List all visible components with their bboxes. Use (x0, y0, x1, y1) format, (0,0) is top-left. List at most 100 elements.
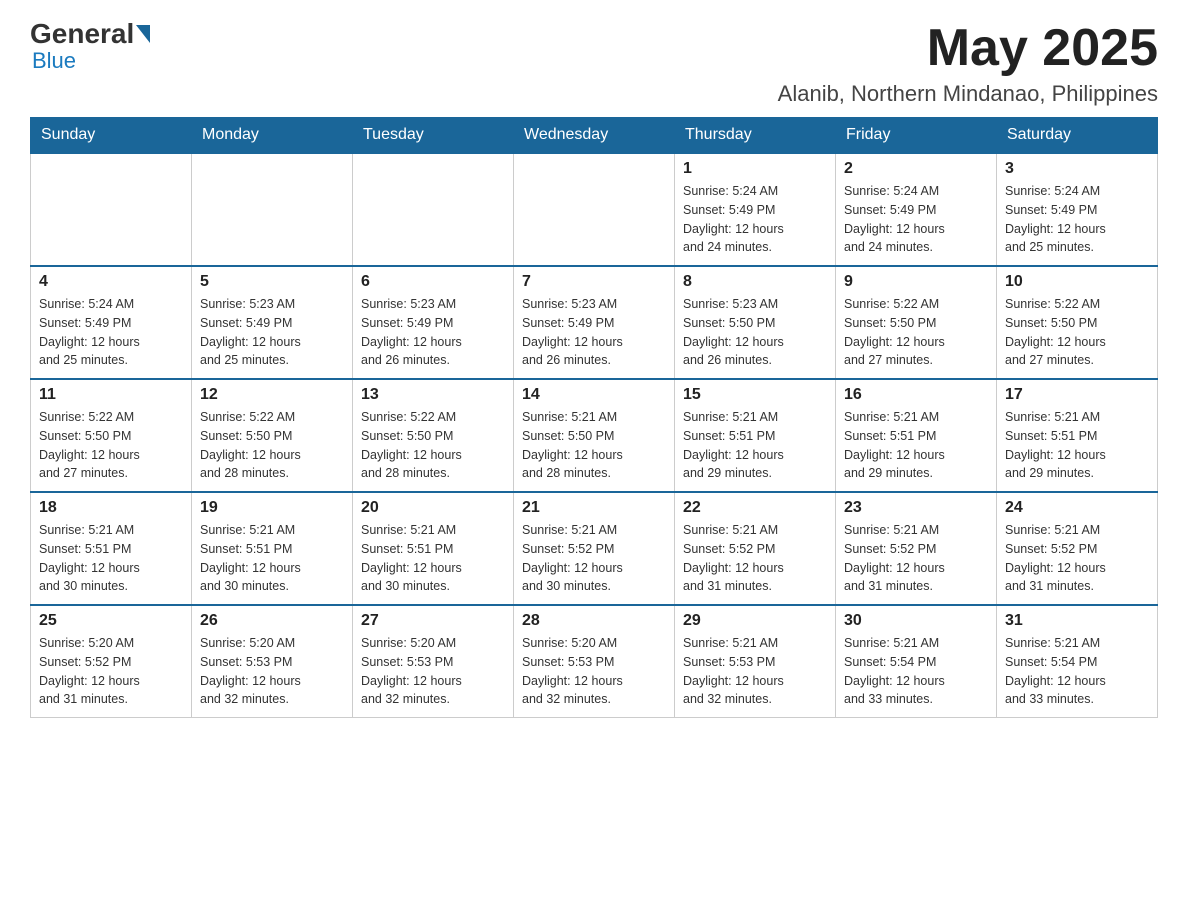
day-info: Sunrise: 5:24 AM Sunset: 5:49 PM Dayligh… (844, 182, 988, 257)
day-number: 13 (361, 386, 505, 404)
calendar-week-row: 4Sunrise: 5:24 AM Sunset: 5:49 PM Daylig… (31, 266, 1158, 379)
day-number: 31 (1005, 612, 1149, 630)
day-info: Sunrise: 5:21 AM Sunset: 5:52 PM Dayligh… (522, 521, 666, 596)
calendar-cell: 10Sunrise: 5:22 AM Sunset: 5:50 PM Dayli… (997, 266, 1158, 379)
day-number: 17 (1005, 386, 1149, 404)
day-number: 18 (39, 499, 183, 517)
day-info: Sunrise: 5:22 AM Sunset: 5:50 PM Dayligh… (39, 408, 183, 483)
day-number: 24 (1005, 499, 1149, 517)
calendar-cell: 22Sunrise: 5:21 AM Sunset: 5:52 PM Dayli… (675, 492, 836, 605)
calendar-cell: 15Sunrise: 5:21 AM Sunset: 5:51 PM Dayli… (675, 379, 836, 492)
calendar-header-row: SundayMondayTuesdayWednesdayThursdayFrid… (31, 118, 1158, 154)
month-year-title: May 2025 (778, 20, 1158, 77)
day-number: 1 (683, 160, 827, 178)
calendar-cell (192, 153, 353, 266)
day-info: Sunrise: 5:21 AM Sunset: 5:51 PM Dayligh… (844, 408, 988, 483)
day-number: 25 (39, 612, 183, 630)
calendar-header-friday: Friday (836, 118, 997, 154)
calendar-cell: 4Sunrise: 5:24 AM Sunset: 5:49 PM Daylig… (31, 266, 192, 379)
calendar-cell: 2 Sunrise: 5:24 AM Sunset: 5:49 PM Daylig… (836, 153, 997, 266)
day-info: Sunrise: 5:23 AM Sunset: 5:49 PM Dayligh… (522, 295, 666, 370)
day-info: Sunrise: 5:20 AM Sunset: 5:53 PM Dayligh… (200, 634, 344, 709)
day-number: 5 (200, 273, 344, 291)
day-info: Sunrise: 5:20 AM Sunset: 5:53 PM Dayligh… (522, 634, 666, 709)
day-info: Sunrise: 5:20 AM Sunset: 5:52 PM Dayligh… (39, 634, 183, 709)
calendar-cell: 19 Sunrise: 5:21 AM Sunset: 5:51 PM Dayli… (192, 492, 353, 605)
day-number: 7 (522, 273, 666, 291)
day-number: 16 (844, 386, 988, 404)
day-info: Sunrise: 5:21 AM Sunset: 5:50 PM Dayligh… (522, 408, 666, 483)
day-info: Sunrise: 5:21 AM Sunset: 5:52 PM Dayligh… (844, 521, 988, 596)
calendar-cell: 16 Sunrise: 5:21 AM Sunset: 5:51 PM Dayli… (836, 379, 997, 492)
calendar-cell: 23 Sunrise: 5:21 AM Sunset: 5:52 PM Dayli… (836, 492, 997, 605)
day-number: 9 (844, 273, 988, 291)
page-header: General Blue May 2025 Alanib, Northern M… (30, 20, 1158, 107)
day-info: Sunrise: 5:21 AM Sunset: 5:51 PM Dayligh… (200, 521, 344, 596)
calendar-cell (514, 153, 675, 266)
day-number: 29 (683, 612, 827, 630)
day-number: 30 (844, 612, 988, 630)
day-info: Sunrise: 5:21 AM Sunset: 5:51 PM Dayligh… (39, 521, 183, 596)
day-number: 27 (361, 612, 505, 630)
calendar-cell: 5 Sunrise: 5:23 AM Sunset: 5:49 PM Daylig… (192, 266, 353, 379)
logo[interactable]: General Blue (30, 20, 152, 74)
calendar-cell: 11 Sunrise: 5:22 AM Sunset: 5:50 PM Dayli… (31, 379, 192, 492)
calendar-cell: 12 Sunrise: 5:22 AM Sunset: 5:50 PM Dayli… (192, 379, 353, 492)
calendar-week-row: 11 Sunrise: 5:22 AM Sunset: 5:50 PM Dayli… (31, 379, 1158, 492)
day-info: Sunrise: 5:23 AM Sunset: 5:50 PM Dayligh… (683, 295, 827, 370)
day-number: 26 (200, 612, 344, 630)
day-info: Sunrise: 5:21 AM Sunset: 5:54 PM Dayligh… (1005, 634, 1149, 709)
calendar-cell: 25 Sunrise: 5:20 AM Sunset: 5:52 PM Dayli… (31, 605, 192, 718)
calendar-table: SundayMondayTuesdayWednesdayThursdayFrid… (30, 117, 1158, 718)
day-number: 8 (683, 273, 827, 291)
calendar-cell: 24Sunrise: 5:21 AM Sunset: 5:52 PM Dayli… (997, 492, 1158, 605)
day-info: Sunrise: 5:24 AM Sunset: 5:49 PM Dayligh… (1005, 182, 1149, 257)
day-info: Sunrise: 5:21 AM Sunset: 5:51 PM Dayligh… (1005, 408, 1149, 483)
calendar-cell: 28Sunrise: 5:20 AM Sunset: 5:53 PM Dayli… (514, 605, 675, 718)
calendar-cell: 9 Sunrise: 5:22 AM Sunset: 5:50 PM Daylig… (836, 266, 997, 379)
day-info: Sunrise: 5:23 AM Sunset: 5:49 PM Dayligh… (361, 295, 505, 370)
day-info: Sunrise: 5:21 AM Sunset: 5:54 PM Dayligh… (844, 634, 988, 709)
location-subtitle: Alanib, Northern Mindanao, Philippines (778, 81, 1158, 107)
calendar-cell: 20Sunrise: 5:21 AM Sunset: 5:51 PM Dayli… (353, 492, 514, 605)
day-number: 23 (844, 499, 988, 517)
calendar-cell: 31 Sunrise: 5:21 AM Sunset: 5:54 PM Dayli… (997, 605, 1158, 718)
calendar-week-row: 18 Sunrise: 5:21 AM Sunset: 5:51 PM Dayli… (31, 492, 1158, 605)
day-info: Sunrise: 5:23 AM Sunset: 5:49 PM Dayligh… (200, 295, 344, 370)
day-number: 3 (1005, 160, 1149, 178)
day-info: Sunrise: 5:24 AM Sunset: 5:49 PM Dayligh… (683, 182, 827, 257)
calendar-header-tuesday: Tuesday (353, 118, 514, 154)
day-number: 12 (200, 386, 344, 404)
calendar-cell: 29 Sunrise: 5:21 AM Sunset: 5:53 PM Dayli… (675, 605, 836, 718)
day-number: 6 (361, 273, 505, 291)
day-info: Sunrise: 5:22 AM Sunset: 5:50 PM Dayligh… (361, 408, 505, 483)
calendar-cell: 26 Sunrise: 5:20 AM Sunset: 5:53 PM Dayli… (192, 605, 353, 718)
calendar-cell: 13 Sunrise: 5:22 AM Sunset: 5:50 PM Dayli… (353, 379, 514, 492)
day-info: Sunrise: 5:22 AM Sunset: 5:50 PM Dayligh… (844, 295, 988, 370)
calendar-cell: 1 Sunrise: 5:24 AM Sunset: 5:49 PM Daylig… (675, 153, 836, 266)
calendar-cell: 18 Sunrise: 5:21 AM Sunset: 5:51 PM Dayli… (31, 492, 192, 605)
calendar-cell: 21Sunrise: 5:21 AM Sunset: 5:52 PM Dayli… (514, 492, 675, 605)
logo-blue-text: Blue (32, 48, 76, 73)
calendar-cell: 30 Sunrise: 5:21 AM Sunset: 5:54 PM Dayli… (836, 605, 997, 718)
calendar-cell: 3 Sunrise: 5:24 AM Sunset: 5:49 PM Daylig… (997, 153, 1158, 266)
day-info: Sunrise: 5:20 AM Sunset: 5:53 PM Dayligh… (361, 634, 505, 709)
calendar-week-row: 1 Sunrise: 5:24 AM Sunset: 5:49 PM Daylig… (31, 153, 1158, 266)
day-number: 19 (200, 499, 344, 517)
day-info: Sunrise: 5:24 AM Sunset: 5:49 PM Dayligh… (39, 295, 183, 370)
calendar-cell (353, 153, 514, 266)
day-number: 15 (683, 386, 827, 404)
calendar-cell: 6 Sunrise: 5:23 AM Sunset: 5:49 PM Daylig… (353, 266, 514, 379)
calendar-cell (31, 153, 192, 266)
day-info: Sunrise: 5:21 AM Sunset: 5:53 PM Dayligh… (683, 634, 827, 709)
calendar-cell: 27 Sunrise: 5:20 AM Sunset: 5:53 PM Dayli… (353, 605, 514, 718)
day-number: 22 (683, 499, 827, 517)
day-number: 14 (522, 386, 666, 404)
day-info: Sunrise: 5:21 AM Sunset: 5:51 PM Dayligh… (361, 521, 505, 596)
day-info: Sunrise: 5:22 AM Sunset: 5:50 PM Dayligh… (200, 408, 344, 483)
calendar-cell: 17 Sunrise: 5:21 AM Sunset: 5:51 PM Dayli… (997, 379, 1158, 492)
day-number: 2 (844, 160, 988, 178)
day-number: 11 (39, 386, 183, 404)
day-info: Sunrise: 5:22 AM Sunset: 5:50 PM Dayligh… (1005, 295, 1149, 370)
calendar-header-monday: Monday (192, 118, 353, 154)
